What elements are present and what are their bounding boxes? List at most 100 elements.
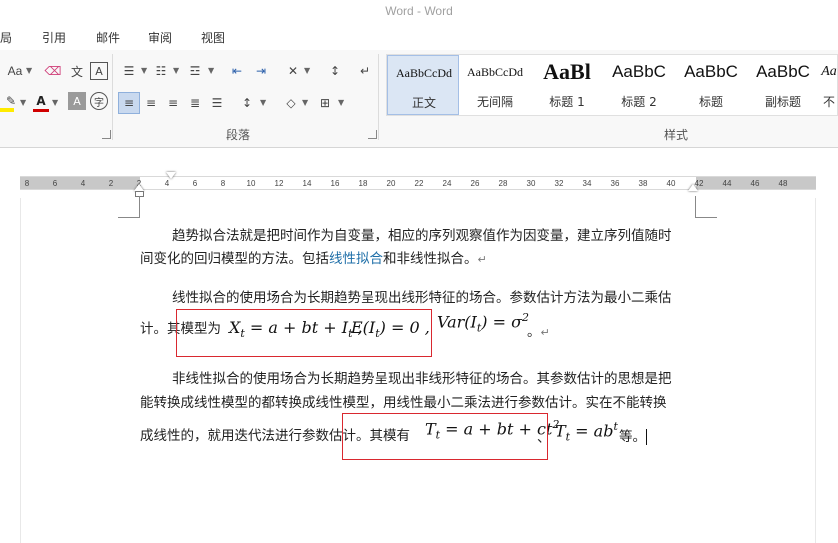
paragraph-3-line-2: 能转换成线性模型的都转换成线性模型，用线性最小二乘法进行参数估计。实在不能转换 bbox=[140, 391, 667, 415]
tab-review[interactable]: 审阅 bbox=[148, 29, 172, 46]
ruler-tick-label: 34 bbox=[582, 179, 592, 188]
ruler-tick-label: 8 bbox=[220, 179, 226, 188]
paragraph-1-line-1: 趋势拟合法就是把时间作为自变量，相应的序列观察值作为因变量，建立序列值随时 bbox=[140, 224, 672, 248]
distributed-icon[interactable]: ☰ bbox=[208, 94, 226, 112]
ruler-tick-label: 4 bbox=[80, 179, 86, 188]
font-color-icon[interactable]: A bbox=[32, 92, 50, 110]
styles-gallery: AaBbCcDd 正文 AaBbCcDd 无间隔 AaBl 标题 1 AaBbC… bbox=[386, 54, 838, 116]
align-center-icon[interactable]: ≡ bbox=[142, 94, 160, 112]
decrease-indent-icon[interactable]: ⇤ bbox=[228, 62, 246, 80]
enclose-char-icon[interactable]: 字 bbox=[90, 92, 108, 110]
style-sample: AaBbCcDd bbox=[396, 66, 452, 80]
chevron-down-icon[interactable]: ▼ bbox=[208, 66, 214, 75]
margin-corner-mark bbox=[118, 196, 140, 218]
paragraph-text: 和非线性拟合。 bbox=[383, 251, 478, 267]
ruler-tick-label: 10 bbox=[246, 179, 256, 188]
style-sample: AaBbC bbox=[612, 62, 666, 81]
tab-layout[interactable]: 局 bbox=[0, 29, 12, 46]
style-sample: AaBbC bbox=[756, 62, 810, 81]
chevron-down-icon[interactable]: ▼ bbox=[338, 98, 344, 107]
ruler-tick-label: 40 bbox=[666, 179, 676, 188]
chevron-down-icon[interactable]: ▼ bbox=[141, 66, 147, 75]
paragraph-1-line-2: 间变化的回归模型的方法。包括线性拟合和非线性拟合。↵ bbox=[140, 247, 487, 272]
ruler-tick-label: 24 bbox=[442, 179, 452, 188]
ruler-tick-label: 30 bbox=[526, 179, 536, 188]
equation-exponential-trend[interactable]: Tt = abt bbox=[555, 420, 618, 444]
paragraph-2-line-1: 线性拟合的使用场合为长期趋势呈现出线形特征的场合。参数估计方法为最小二乘估 bbox=[140, 286, 672, 310]
style-sample: Aa bbox=[821, 64, 837, 79]
chevron-down-icon[interactable]: ▼ bbox=[52, 98, 58, 107]
style-sample: AaBbC bbox=[684, 62, 738, 81]
ribbon: Aa ▼ ⌫ 文 A ✎ ▼ A ▼ A 字 ☰ ▼ ☷ ▼ ☲ ▼ ⇤ ⇥ ✕… bbox=[0, 50, 838, 148]
style-name: 标题 bbox=[698, 95, 723, 109]
right-indent-marker[interactable] bbox=[688, 184, 698, 191]
font-dialog-launcher-icon[interactable] bbox=[102, 130, 111, 139]
chevron-down-icon[interactable]: ▼ bbox=[260, 98, 266, 107]
ruler-tick-label: 20 bbox=[386, 179, 396, 188]
equation-variance[interactable]: Var(It) = σ2 bbox=[437, 311, 529, 335]
chinese-layout-icon[interactable]: ✕ bbox=[284, 62, 302, 80]
increase-indent-icon[interactable]: ⇥ bbox=[252, 62, 270, 80]
hanging-indent-marker[interactable] bbox=[134, 184, 144, 191]
char-border-icon[interactable]: A bbox=[90, 62, 108, 80]
paragraph-2-end: 。↵ bbox=[527, 320, 550, 345]
chevron-down-icon[interactable]: ▼ bbox=[20, 98, 26, 107]
paragraph-text: 趋势拟合法就是把时间作为自变量，相应的序列观察值作为因变量，建立序列值随时 bbox=[172, 228, 672, 244]
ruler-tick-label: 36 bbox=[610, 179, 620, 188]
multilevel-list-icon[interactable]: ☲ bbox=[186, 62, 204, 80]
char-shading-icon[interactable]: A bbox=[68, 92, 86, 110]
style-name: 不 bbox=[822, 95, 835, 109]
style-heading-2[interactable]: AaBbC 标题 2 bbox=[603, 55, 675, 115]
text-cursor bbox=[646, 429, 647, 445]
style-more[interactable]: Aa 不 bbox=[819, 55, 838, 115]
tab-view[interactable]: 视图 bbox=[201, 29, 225, 46]
linear-fit-link[interactable]: 线性拟合 bbox=[329, 251, 383, 267]
chevron-down-icon[interactable]: ▼ bbox=[304, 66, 310, 75]
show-marks-icon[interactable]: ↵ bbox=[356, 62, 374, 80]
paragraph-text: 等。 bbox=[619, 429, 646, 445]
document-page[interactable]: 趋势拟合法就是把时间作为自变量，相应的序列观察值作为因变量，建立序列值随时 间变… bbox=[20, 196, 816, 543]
style-name: 标题 1 bbox=[549, 95, 585, 109]
change-case-button[interactable]: Aa bbox=[2, 62, 28, 80]
paragraph-text: 线性拟合的使用场合为长期趋势呈现出线形特征的场合。参数估计方法为最小二乘估 bbox=[172, 290, 672, 306]
line-spacing-icon[interactable]: ↕ bbox=[238, 94, 256, 112]
separator bbox=[112, 54, 113, 140]
window-title: Word - Word bbox=[385, 4, 453, 18]
document-area: 趋势拟合法就是把时间作为自变量，相应的序列观察值作为因变量，建立序列值随时 间变… bbox=[0, 196, 838, 543]
sort-icon[interactable]: ↕ bbox=[326, 62, 344, 80]
align-right-icon[interactable]: ≡ bbox=[164, 94, 182, 112]
align-left-icon[interactable]: ≡ bbox=[118, 92, 140, 114]
style-normal[interactable]: AaBbCcDd 正文 bbox=[387, 55, 459, 115]
borders-icon[interactable]: ⊞ bbox=[316, 94, 334, 112]
chevron-down-icon[interactable]: ▼ bbox=[302, 98, 308, 107]
group-label-paragraph: 段落 bbox=[226, 128, 251, 142]
phonetic-guide-icon[interactable]: 文 bbox=[68, 62, 86, 80]
style-name: 正文 bbox=[411, 96, 436, 110]
paragraph-dialog-launcher-icon[interactable] bbox=[368, 130, 377, 139]
clear-format-icon[interactable]: ⌫ bbox=[44, 62, 62, 80]
ruler-tick-label: 32 bbox=[554, 179, 564, 188]
ruler-tick-label: 48 bbox=[778, 179, 788, 188]
tab-mailings[interactable]: 邮件 bbox=[96, 29, 120, 46]
style-name: 无间隔 bbox=[476, 95, 513, 109]
ruler-tick-label: 16 bbox=[330, 179, 340, 188]
style-heading-1[interactable]: AaBl 标题 1 bbox=[531, 55, 603, 115]
ruler-tick-label: 26 bbox=[470, 179, 480, 188]
style-no-spacing[interactable]: AaBbCcDd 无间隔 bbox=[459, 55, 531, 115]
tab-references[interactable]: 引用 bbox=[42, 29, 66, 46]
paragraph-mark: ↵ bbox=[540, 326, 550, 339]
style-title[interactable]: AaBbC 标题 bbox=[675, 55, 747, 115]
ruler-tick-label: 38 bbox=[638, 179, 648, 188]
bullets-icon[interactable]: ☰ bbox=[120, 62, 138, 80]
shading-icon[interactable]: ◇ bbox=[282, 94, 300, 112]
highlighter-icon[interactable]: ✎ bbox=[2, 92, 20, 110]
annotation-box-nonlinear-model bbox=[342, 413, 548, 460]
justify-icon[interactable]: ≣ bbox=[186, 94, 204, 112]
first-line-indent-marker[interactable] bbox=[166, 172, 176, 179]
chevron-down-icon[interactable]: ▼ bbox=[173, 66, 179, 75]
ruler-tick-label: 28 bbox=[498, 179, 508, 188]
numbering-icon[interactable]: ☷ bbox=[152, 62, 170, 80]
style-subtitle[interactable]: AaBbC 副标题 bbox=[747, 55, 819, 115]
paragraph-text: 。 bbox=[527, 324, 541, 340]
chevron-down-icon[interactable]: ▼ bbox=[26, 66, 32, 75]
